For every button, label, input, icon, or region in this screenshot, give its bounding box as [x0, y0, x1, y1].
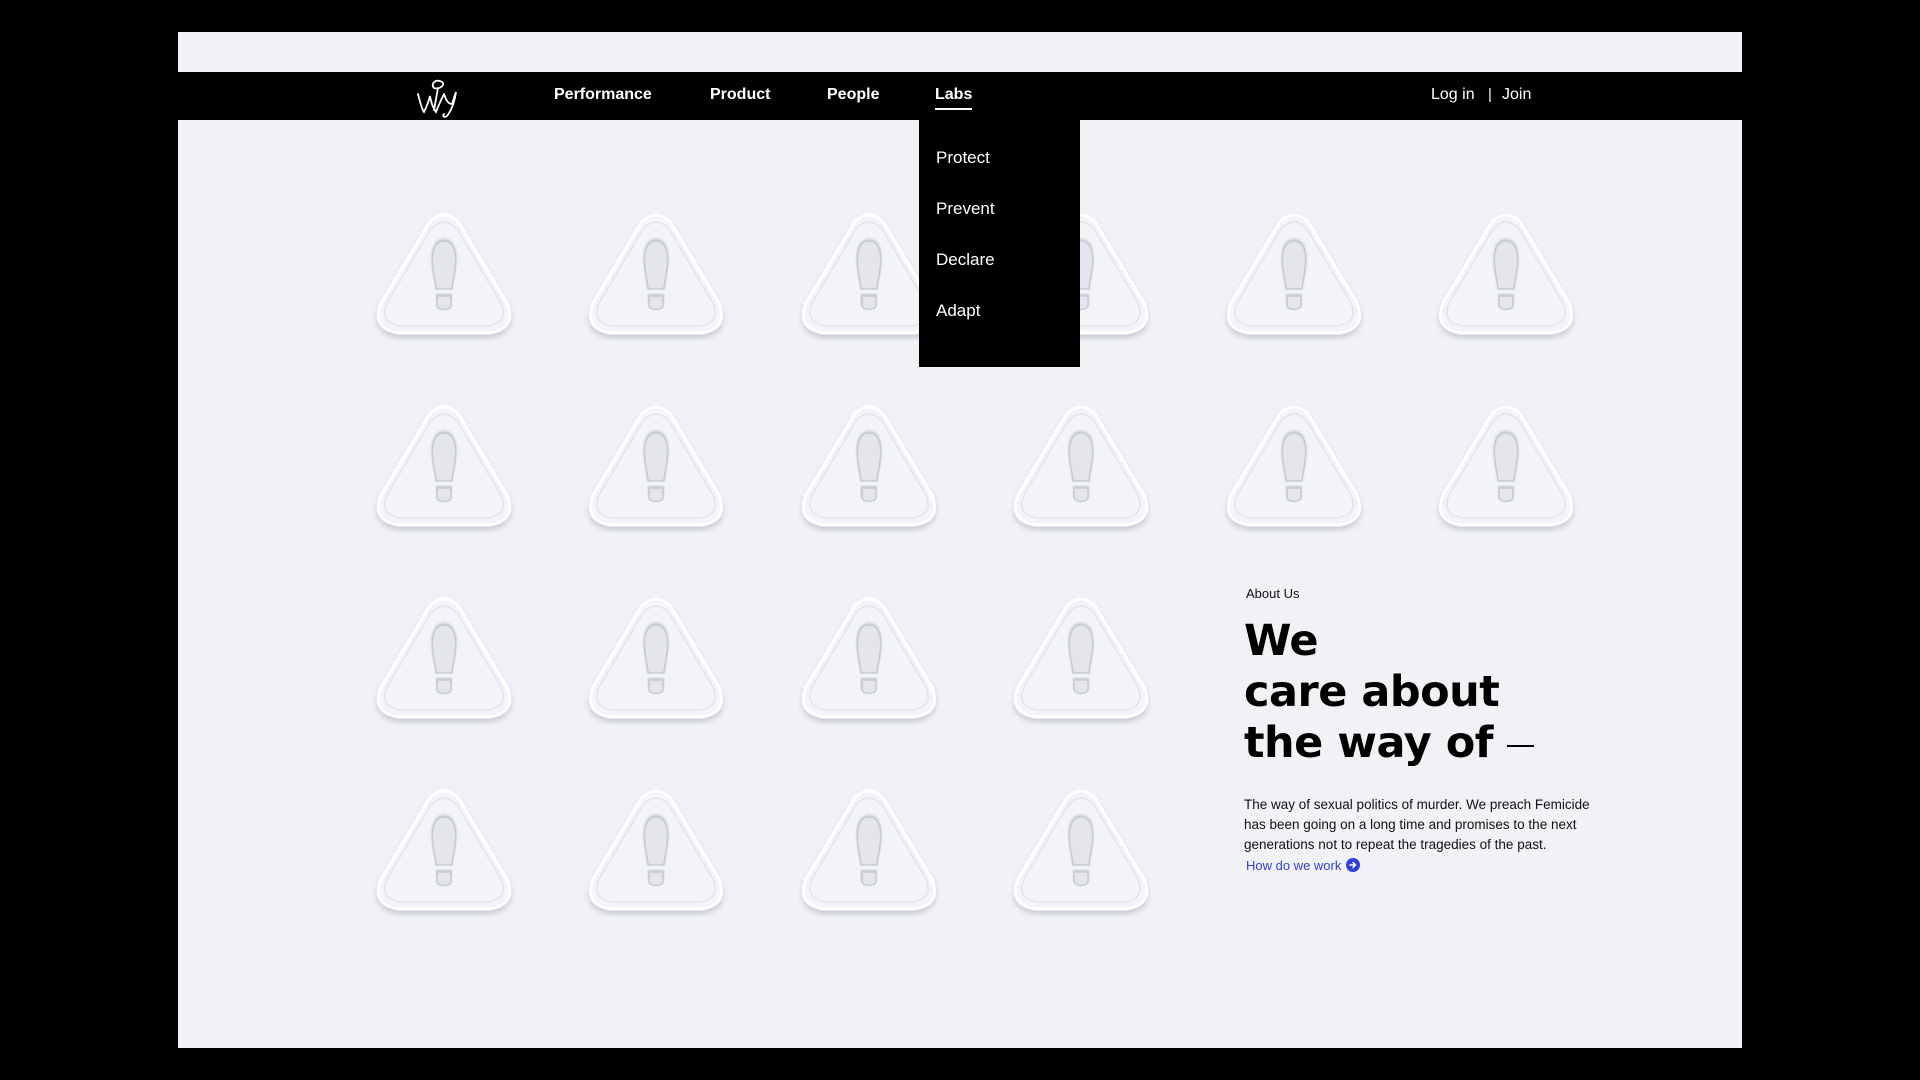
- nav-labs[interactable]: Labs: [935, 85, 973, 110]
- auth-separator: |: [1488, 86, 1492, 103]
- warning-footprint-icon: [583, 205, 729, 341]
- nav-people[interactable]: People: [827, 85, 879, 105]
- join-link[interactable]: Join: [1502, 85, 1531, 105]
- labs-dropdown-menu: Protect Prevent Declare Adapt: [919, 120, 1080, 367]
- nav-performance[interactable]: Performance: [554, 85, 652, 105]
- brand-logo[interactable]: [414, 74, 460, 118]
- cta-label: How do we work: [1246, 858, 1342, 873]
- dropdown-item-adapt[interactable]: Adapt: [936, 301, 980, 321]
- warning-footprint-icon: [371, 397, 517, 533]
- page-headline: We care about the way of: [1244, 616, 1534, 769]
- warning-footprint-icon: [796, 589, 942, 725]
- nav-product[interactable]: Product: [710, 85, 770, 105]
- warning-footprint-icon: [371, 205, 517, 341]
- warning-footprint-icon: [1433, 205, 1579, 341]
- page: Performance Product People Labs Log in |…: [178, 32, 1742, 1048]
- warning-footprint-icon: [1221, 205, 1367, 341]
- headline-line: We: [1244, 616, 1319, 666]
- dropdown-item-protect[interactable]: Protect: [936, 148, 990, 168]
- dropdown-item-declare[interactable]: Declare: [936, 250, 995, 270]
- warning-footprint-icon: [1008, 397, 1154, 533]
- dropdown-item-prevent[interactable]: Prevent: [936, 199, 995, 219]
- section-eyebrow: About Us: [1246, 586, 1300, 601]
- headline-line: care about: [1244, 667, 1500, 717]
- arrow-circle-icon: [1346, 858, 1361, 872]
- headline-line: the way of: [1244, 718, 1534, 769]
- warning-footprint-icon: [371, 589, 517, 725]
- login-link[interactable]: Log in: [1431, 85, 1475, 105]
- warning-footprint-icon: [796, 397, 942, 533]
- warning-footprint-icon: [1008, 781, 1154, 917]
- warning-footprint-icon: [583, 781, 729, 917]
- warning-footprint-icon: [1008, 589, 1154, 725]
- warning-footprint-icon: [796, 781, 942, 917]
- warning-footprint-icon: [1433, 397, 1579, 533]
- how-we-work-link[interactable]: How do we work: [1246, 857, 1361, 875]
- warning-footprint-icon: [1221, 397, 1367, 533]
- about-description: The way of sexual politics of murder. We…: [1244, 797, 1590, 852]
- dash-decoration: [1506, 744, 1534, 747]
- top-nav: Performance Product People Labs Log in |…: [178, 72, 1742, 120]
- warning-footprint-icon: [583, 397, 729, 533]
- warning-footprint-icon: [371, 781, 517, 917]
- headline-line-text: the way of: [1244, 718, 1493, 768]
- warning-footprint-icon: [583, 589, 729, 725]
